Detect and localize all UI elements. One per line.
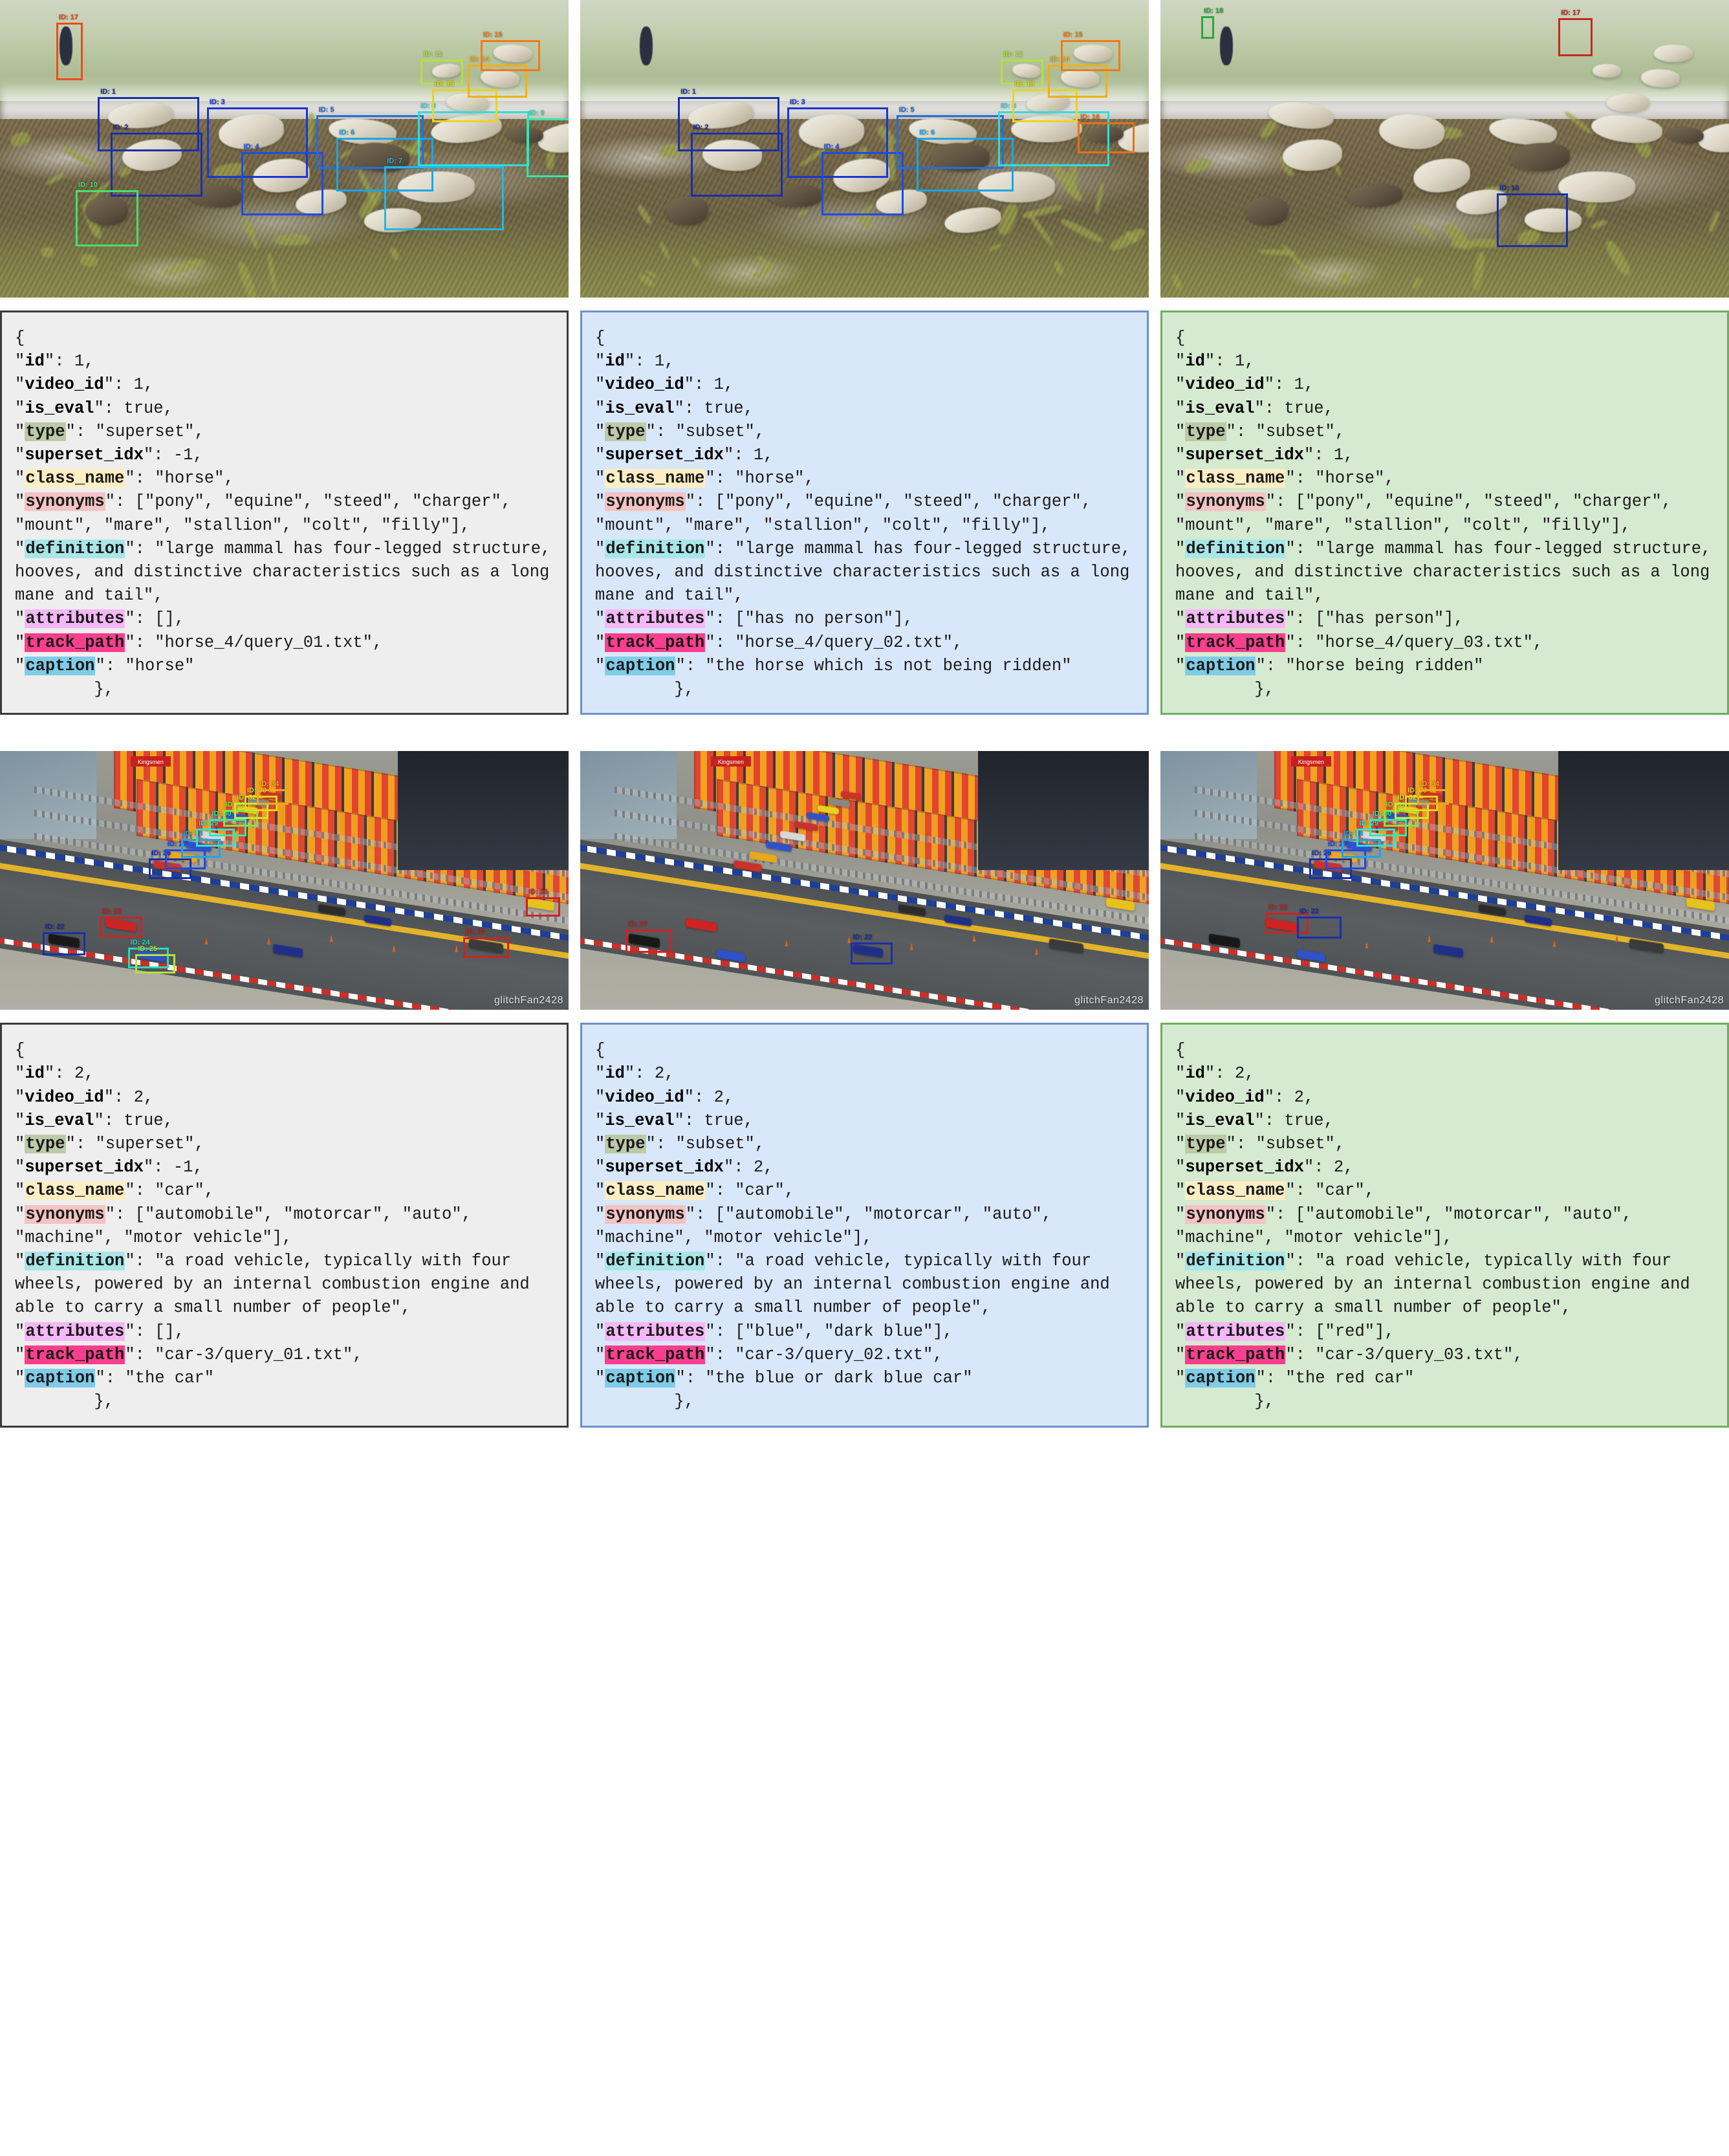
column-superset-car: Kingsmen glitchFan2428 ID: 35 ID: 37 ID: 22 I…: [0, 751, 569, 1428]
video-watermark: glitchFan2428: [1654, 995, 1724, 1007]
seaweed-patch: [80, 252, 99, 268]
horse-shape: [664, 195, 709, 226]
sponsor-banner: Kingsmen: [131, 756, 171, 767]
row-race: Kingsmen glitchFan2428 ID: 35 ID: 37 ID: 22 I…: [0, 751, 1729, 1428]
rider-shape: [1220, 27, 1233, 66]
seaweed-patch: [988, 243, 1003, 252]
seaweed-patch: [1451, 239, 1475, 250]
rider-shape: [640, 27, 653, 66]
seaweed-patch: [242, 212, 259, 250]
seaweed-patch: [690, 256, 702, 268]
horse-shape: [397, 170, 475, 203]
seaweed-patch: [8, 129, 32, 149]
video-frame-horse-superset: ID: 17 ID: 1 ID: 2 ID: 3 ID: 4 ID: 5 ID: 6 ID: …: [0, 0, 569, 298]
seaweed-patch: [1471, 251, 1486, 291]
pit-building: [398, 751, 569, 871]
horse-shape: [1510, 142, 1571, 171]
seaweed-patch: [1590, 218, 1608, 231]
seaweed-patch: [1026, 210, 1055, 248]
seaweed-patch: [1258, 248, 1296, 256]
json-panel-horse-subset-b: { "id": 1, "video_id": 1, "is_eval": tru…: [1160, 310, 1729, 715]
horse-shape: [84, 195, 129, 226]
horse-shape: [1606, 93, 1650, 113]
seaweed-patch: [1409, 221, 1438, 242]
seaweed-patch: [235, 260, 259, 298]
sponsor-banner: Kingsmen: [711, 756, 751, 767]
seaweed-patch: [1469, 237, 1501, 248]
seaweed-patch: [408, 136, 426, 157]
horse-shape: [1653, 44, 1693, 63]
seaweed-patch: [45, 171, 66, 187]
json-panel-horse-superset: { "id": 1, "video_id": 1, "is_eval": tru…: [0, 310, 569, 715]
seaweed-patch: [1411, 276, 1423, 290]
column-superset-horse: ID: 17 ID: 1 ID: 2 ID: 3 ID: 4 ID: 5 ID: 6 ID: …: [0, 0, 569, 715]
column-subset-a-car: Kingsmen glitchFan2428 ID: 22 ID: 37 { "id"…: [580, 751, 1149, 1428]
json-panel-car-subset-a: { "id": 2, "video_id": 2, "is_eval": tru…: [580, 1023, 1149, 1428]
figure-page: ID: 17 ID: 1 ID: 2 ID: 3 ID: 4 ID: 5 ID: 6 ID: …: [0, 0, 1729, 2156]
seaweed-patch: [1338, 271, 1351, 283]
seaweed-patch: [60, 144, 98, 169]
sponsor-banner: Kingsmen: [1291, 756, 1331, 767]
horse-shape: [1245, 195, 1289, 226]
horse-shape: [977, 170, 1056, 204]
horse-shape: [799, 114, 865, 149]
seaweed-patch: [796, 208, 809, 218]
video-frame-horse-subset-a: ID: 1 ID: 2 ID: 3 ID: 4 ID: 5 ID: 6 ID: 8 ID: 1…: [580, 0, 1149, 298]
seaweed-patch: [266, 253, 278, 294]
seaweed-patch: [1052, 259, 1065, 277]
video-watermark: glitchFan2428: [1074, 995, 1144, 1007]
json-panel-car-subset-b: { "id": 2, "video_id": 2, "is_eval": tru…: [1160, 1023, 1729, 1428]
rider-shape: [60, 27, 72, 66]
seaweed-patch: [636, 204, 654, 226]
seaweed-patch: [858, 211, 874, 230]
seaweed-patch: [1602, 238, 1633, 278]
seaweed-patch: [1060, 217, 1105, 245]
seaweed-patch: [1170, 273, 1184, 291]
video-frame-car-subset-a: Kingsmen glitchFan2428 ID: 22 ID: 37: [580, 751, 1149, 1010]
seaweed-patch: [274, 234, 310, 246]
seaweed-patch: [212, 160, 247, 180]
seaweed-patch: [658, 141, 687, 160]
seaweed-patch: [1122, 229, 1140, 245]
video-frame-car-superset: Kingsmen glitchFan2428 ID: 35 ID: 37 ID: 22 I…: [0, 751, 569, 1010]
seaweed-patch: [356, 168, 378, 206]
seaweed-patch: [874, 123, 898, 147]
seaweed-patch: [1281, 243, 1316, 279]
video-frame-horse-subset-b: ID: 17 ID: 10 ID: 18: [1160, 0, 1729, 298]
seaweed-patch: [1108, 226, 1147, 254]
seaweed-patch: [1707, 210, 1721, 233]
video-watermark: glitchFan2428: [494, 995, 563, 1007]
horse-shape: [1592, 63, 1622, 78]
row-horse: ID: 17 ID: 1 ID: 2 ID: 3 ID: 4 ID: 5 ID: 6 ID: …: [0, 0, 1729, 715]
seaweed-patch: [1094, 182, 1105, 214]
seaweed-patch: [1441, 221, 1472, 251]
video-frame-car-subset-b: Kingsmen glitchFan2428 ID: 23 ID: 22 ID: 26 I…: [1160, 751, 1729, 1010]
seaweed-patch: [1065, 164, 1079, 195]
seaweed-patch: [637, 272, 657, 289]
seaweed-patch: [1021, 204, 1063, 220]
seaweed-patch: [40, 246, 55, 259]
seaweed-patch: [756, 254, 774, 271]
pit-building: [978, 751, 1149, 871]
row-separator: [0, 715, 1729, 751]
pit-building: [1558, 751, 1729, 871]
seaweed-patch: [750, 262, 775, 281]
json-panel-horse-subset-a: { "id": 1, "video_id": 1, "is_eval": tru…: [580, 310, 1149, 715]
seaweed-patch: [1184, 157, 1213, 175]
column-subset-a-horse: ID: 1 ID: 2 ID: 3 ID: 4 ID: 5 ID: 6 ID: 8 ID: 1…: [580, 0, 1149, 715]
seaweed-patch: [162, 256, 207, 279]
seaweed-patch: [478, 160, 486, 173]
seaweed-patch: [855, 204, 875, 221]
column-subset-b-horse: ID: 17 ID: 10 ID: 18 { "id": 1, "video_id"…: [1160, 0, 1729, 715]
column-subset-b-car: Kingsmen glitchFan2428 ID: 23 ID: 22 ID: 26 I…: [1160, 751, 1729, 1428]
seaweed-patch: [389, 246, 400, 262]
seaweed-patch: [242, 221, 257, 237]
seaweed-patch: [658, 241, 671, 261]
json-panel-car-superset: { "id": 2, "video_id": 2, "is_eval": tru…: [0, 1023, 569, 1428]
seaweed-patch: [645, 270, 658, 280]
